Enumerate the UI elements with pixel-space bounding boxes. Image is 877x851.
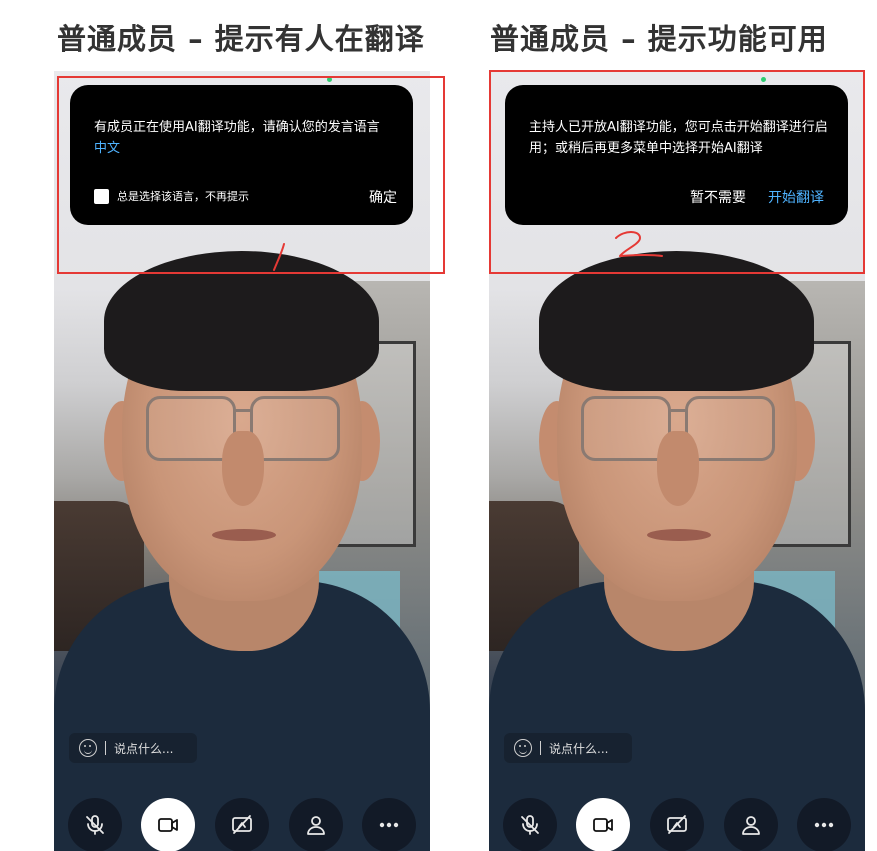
chat-placeholder: 说点什么... [549, 741, 609, 756]
meeting-toolbar [489, 797, 865, 851]
members-icon [307, 816, 325, 835]
members-button[interactable] [724, 798, 778, 851]
annotation-number-1 [273, 243, 285, 271]
annotation-box-2 [489, 70, 865, 274]
more-button[interactable] [797, 798, 851, 851]
more-button[interactable] [362, 798, 416, 851]
video-button[interactable] [141, 798, 195, 851]
annotation-number-2 [615, 231, 663, 257]
mic-off-icon [521, 815, 539, 835]
screen-share-off-icon [667, 815, 687, 834]
annotation-box-1 [57, 76, 445, 274]
members-icon [742, 816, 760, 835]
screen-share-button[interactable] [650, 798, 704, 851]
more-icon [814, 822, 834, 828]
panel-title-2: 普通成员 – 提示功能可用 [490, 22, 828, 56]
mute-button[interactable] [68, 798, 122, 851]
meeting-toolbar [54, 797, 430, 851]
mute-button[interactable] [503, 798, 557, 851]
emoji-icon[interactable] [514, 739, 532, 757]
mic-off-icon [86, 815, 104, 835]
video-camera-icon [593, 818, 613, 832]
chat-input[interactable]: 说点什么... [69, 733, 197, 763]
more-icon [379, 822, 399, 828]
members-button[interactable] [289, 798, 343, 851]
screen-share-button[interactable] [215, 798, 269, 851]
panel-title-1: 普通成员 – 提示有人在翻译 [57, 22, 425, 56]
screen-share-off-icon [232, 815, 252, 834]
video-camera-icon [158, 818, 178, 832]
chat-placeholder: 说点什么... [114, 741, 174, 756]
video-button[interactable] [576, 798, 630, 851]
emoji-icon[interactable] [79, 739, 97, 757]
chat-input[interactable]: 说点什么... [504, 733, 632, 763]
